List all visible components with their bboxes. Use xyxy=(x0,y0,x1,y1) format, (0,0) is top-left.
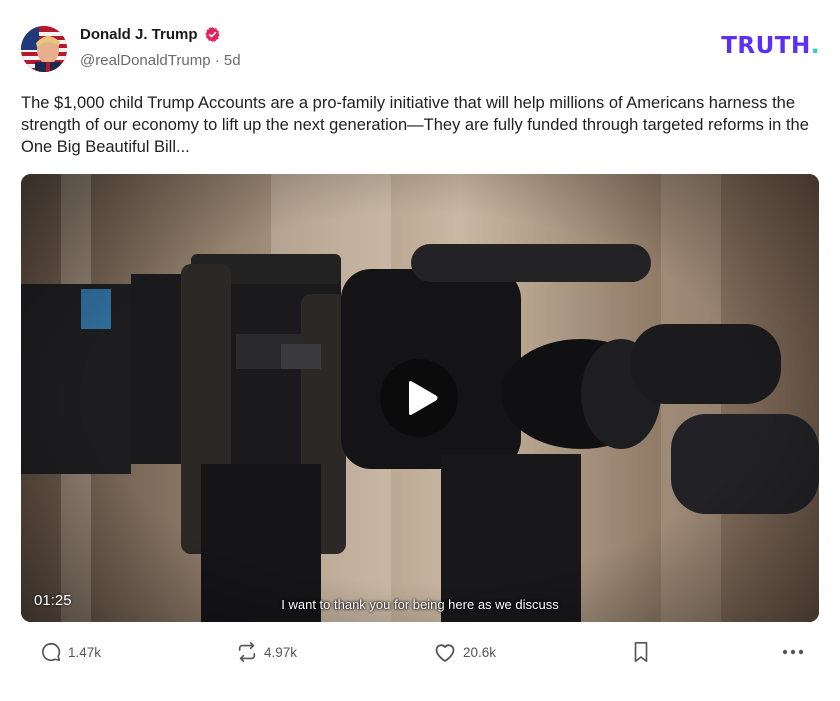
meta-separator: · xyxy=(214,52,220,69)
author-display-name[interactable]: Donald J. Trump xyxy=(80,26,198,43)
more-icon xyxy=(782,649,804,655)
truth-post: Donald J. Trump @realDonaldTrump · 5d TR… xyxy=(0,0,840,701)
post-age[interactable]: 5d xyxy=(224,52,241,69)
author-meta: @realDonaldTrump · 5d xyxy=(80,52,241,69)
logo-dot: . xyxy=(810,33,820,59)
author-name[interactable]: Donald J. Trump xyxy=(80,26,221,43)
logo-text: TRUTH xyxy=(721,33,811,59)
post-text: The $1,000 child Trump Accounts are a pr… xyxy=(21,94,809,156)
avatar[interactable] xyxy=(21,26,67,72)
play-icon xyxy=(409,381,438,415)
repost-count: 4.97k xyxy=(264,644,298,660)
author-handle[interactable]: @realDonaldTrump xyxy=(80,52,211,69)
like-button[interactable]: 20.6k xyxy=(433,641,496,663)
like-count: 20.6k xyxy=(463,644,497,660)
reply-button[interactable]: 1.47k xyxy=(40,641,101,663)
bookmark-icon xyxy=(634,642,648,662)
repost-button[interactable]: 4.97k xyxy=(236,641,297,663)
video-subtitle: I want to thank you for being here as we… xyxy=(281,597,559,612)
action-bar: 1.47k 4.97k 20.6k xyxy=(0,641,840,673)
heart-icon xyxy=(435,644,455,662)
bookmark-button[interactable] xyxy=(631,641,651,663)
play-button[interactable] xyxy=(380,359,458,437)
video-player[interactable]: 01:25 I want to thank you for being here… xyxy=(21,174,819,622)
more-options-button[interactable] xyxy=(781,641,805,663)
repost-icon xyxy=(238,642,256,662)
reply-count: 1.47k xyxy=(68,644,102,660)
reply-icon xyxy=(42,642,61,662)
verified-icon xyxy=(204,26,221,43)
truth-logo[interactable]: TRUTH. xyxy=(721,33,820,59)
